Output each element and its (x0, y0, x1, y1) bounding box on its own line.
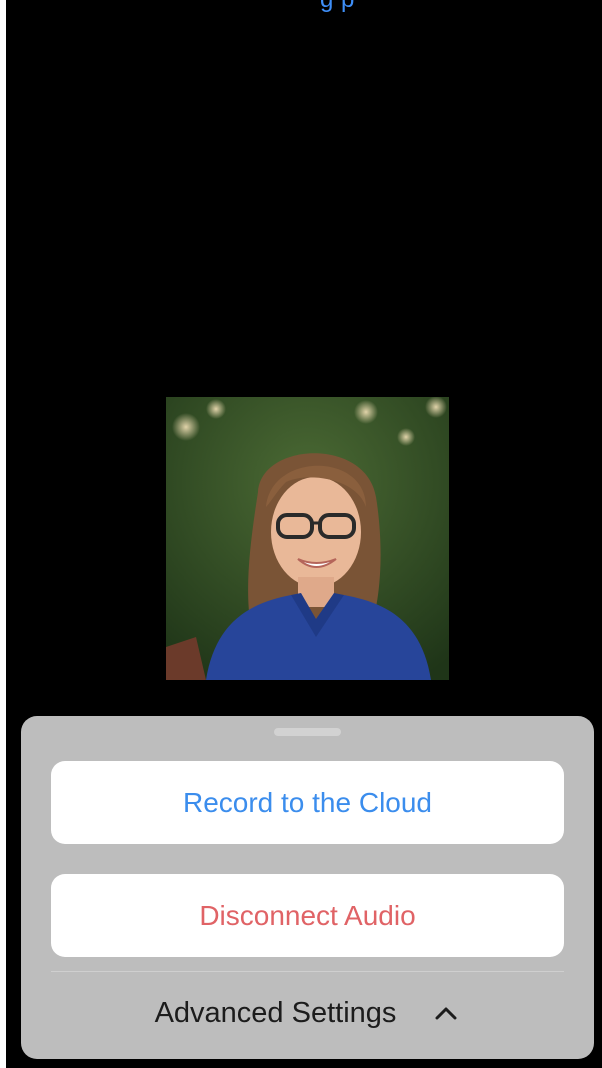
disconnect-audio-button[interactable]: Disconnect Audio (51, 874, 564, 957)
top-link[interactable]: g p (320, 0, 355, 14)
advanced-settings-toggle[interactable]: Advanced Settings (21, 978, 594, 1048)
sheet-grabber[interactable] (274, 728, 341, 736)
meeting-screen: g p (0, 0, 602, 1068)
record-to-cloud-button[interactable]: Record to the Cloud (51, 761, 564, 844)
participant-avatar (166, 397, 449, 680)
chevron-up-icon (435, 1007, 457, 1020)
advanced-settings-label: Advanced Settings (154, 996, 397, 1029)
sheet-divider (51, 971, 564, 972)
profile-photo (166, 397, 449, 680)
action-sheet: Record to the Cloud Disconnect Audio Adv… (21, 716, 594, 1059)
